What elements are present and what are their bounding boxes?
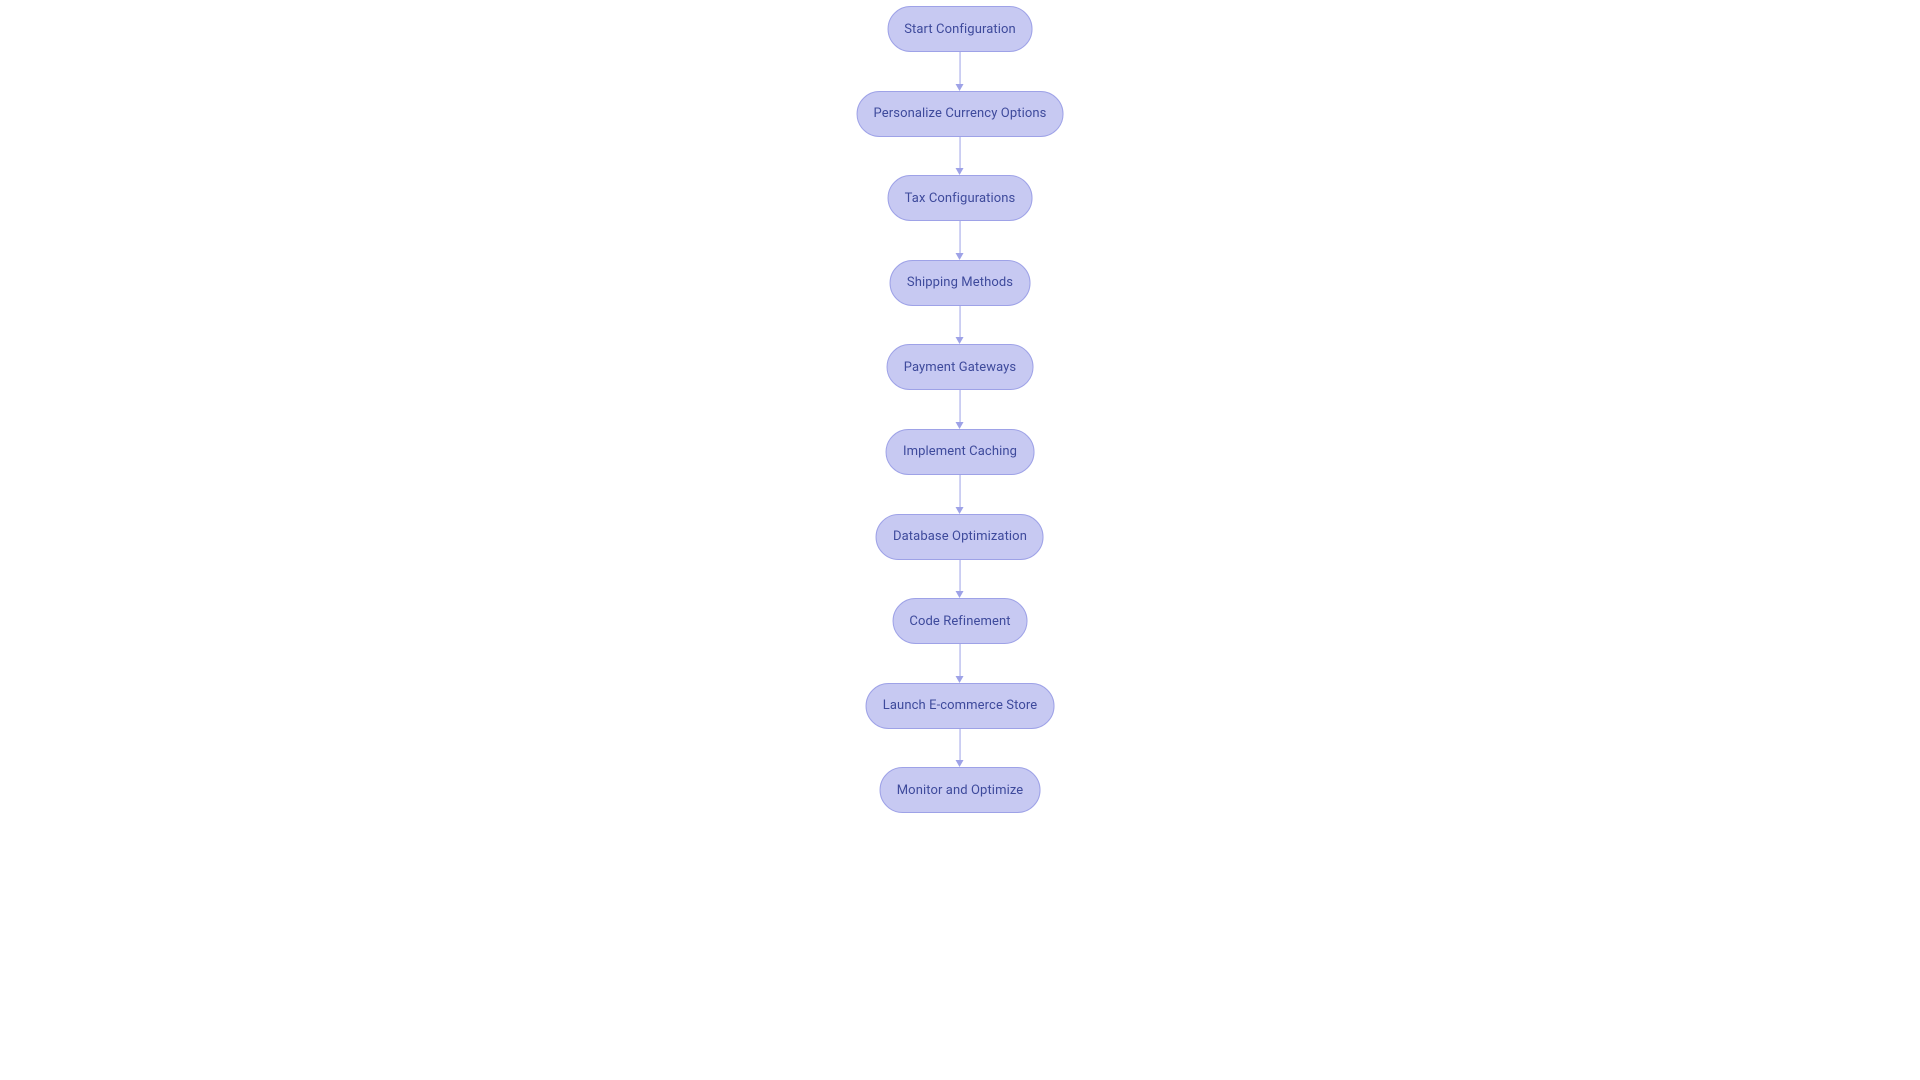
- arrow-down-icon: [956, 475, 964, 514]
- node-label: Implement Caching: [903, 444, 1017, 459]
- arrow-down-icon: [956, 221, 964, 260]
- arrow-head: [956, 422, 964, 429]
- arrow-line: [959, 644, 960, 677]
- node-personalize-currency: Personalize Currency Options: [857, 91, 1064, 137]
- node-monitor-optimize: Monitor and Optimize: [880, 767, 1041, 813]
- arrow-line: [959, 729, 960, 762]
- node-shipping-methods: Shipping Methods: [890, 260, 1030, 306]
- flowchart-container: Start Configuration Personalize Currency…: [857, 6, 1064, 813]
- arrow-down-icon: [956, 306, 964, 345]
- arrow-head: [956, 760, 964, 767]
- node-label: Start Configuration: [904, 22, 1016, 37]
- node-code-refinement: Code Refinement: [892, 598, 1027, 644]
- node-label: Launch E-commerce Store: [883, 698, 1037, 713]
- node-label: Shipping Methods: [907, 275, 1013, 290]
- arrow-line: [959, 390, 960, 423]
- node-implement-caching: Implement Caching: [886, 429, 1034, 475]
- arrow-line: [959, 560, 960, 593]
- arrow-head: [956, 84, 964, 91]
- arrow-head: [956, 337, 964, 344]
- arrow-down-icon: [956, 560, 964, 599]
- node-label: Payment Gateways: [904, 360, 1017, 375]
- node-tax-configurations: Tax Configurations: [888, 175, 1033, 221]
- arrow-line: [959, 306, 960, 339]
- arrow-head: [956, 507, 964, 514]
- arrow-line: [959, 475, 960, 508]
- arrow-down-icon: [956, 729, 964, 768]
- arrow-line: [959, 221, 960, 254]
- node-start-configuration: Start Configuration: [887, 6, 1033, 52]
- node-label: Tax Configurations: [905, 191, 1016, 206]
- node-label: Personalize Currency Options: [874, 106, 1047, 121]
- arrow-line: [959, 137, 960, 170]
- node-payment-gateways: Payment Gateways: [887, 344, 1034, 390]
- arrow-line: [959, 52, 960, 85]
- arrow-head: [956, 591, 964, 598]
- node-launch-store: Launch E-commerce Store: [866, 683, 1054, 729]
- arrow-head: [956, 253, 964, 260]
- arrow-down-icon: [956, 52, 964, 91]
- arrow-head: [956, 168, 964, 175]
- node-label: Database Optimization: [893, 529, 1027, 544]
- arrow-head: [956, 676, 964, 683]
- arrow-down-icon: [956, 137, 964, 176]
- node-label: Code Refinement: [909, 614, 1010, 629]
- node-database-optimization: Database Optimization: [876, 514, 1044, 560]
- arrow-down-icon: [956, 390, 964, 429]
- node-label: Monitor and Optimize: [897, 783, 1024, 798]
- arrow-down-icon: [956, 644, 964, 683]
